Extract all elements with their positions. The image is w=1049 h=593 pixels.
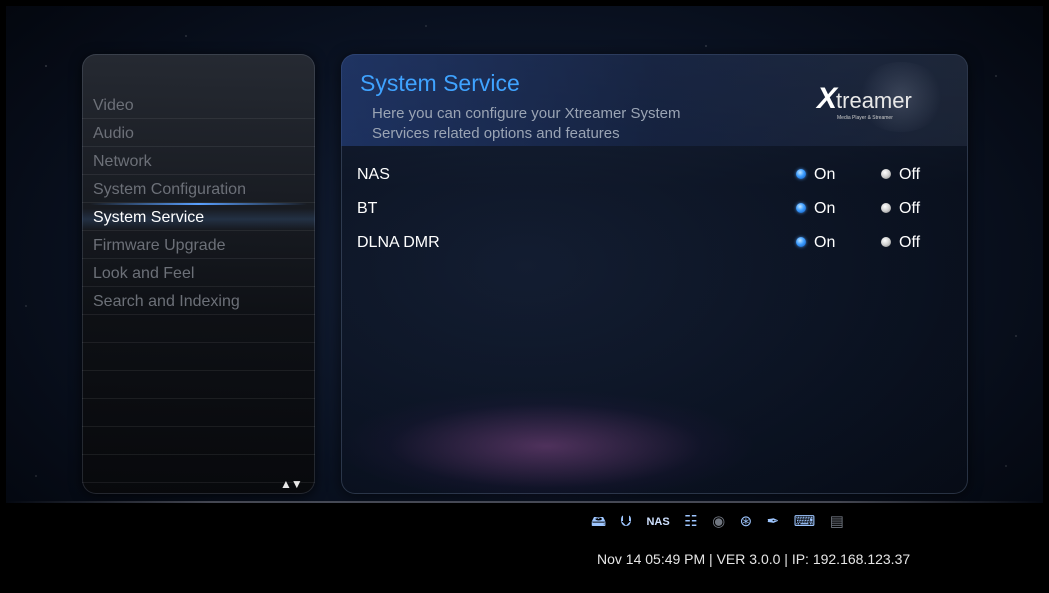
status-info: Nov 14 05:49 PM | VER 3.0.0 | IP: 192.16…	[597, 551, 911, 567]
sidebar-item-system-service[interactable]: System Service	[82, 203, 315, 231]
screen: Video Audio Network System Configuration…	[6, 6, 1043, 587]
bt-off-radio[interactable]: Off	[881, 200, 920, 218]
logo-tagline: Media Player & Streamer	[837, 115, 893, 121]
bluetooth-icon: ✒	[766, 513, 780, 530]
sd-card-icon: ▤	[829, 513, 844, 530]
sidebar-empty-row	[82, 371, 315, 399]
sidebar-item-look-and-feel[interactable]: Look and Feel	[82, 259, 315, 287]
network-icon: ☷	[684, 513, 698, 530]
dlna-dmr-on-radio[interactable]: On	[796, 234, 835, 252]
status-icons: 🖴 ⮋ NAS ☷ ◉ ⊛ ✒ ⌨ ▤	[591, 512, 854, 534]
option-label: Off	[899, 166, 921, 183]
radio-unselected-icon	[881, 237, 891, 247]
setting-row-dlna-dmr: DLNA DMR On Off	[357, 232, 957, 256]
nas-on-radio[interactable]: On	[796, 166, 835, 184]
sidebar-empty-row	[82, 399, 315, 427]
setting-label: DLNA DMR	[357, 234, 440, 251]
description-line-2: Services related options and features	[372, 125, 620, 142]
radio-selected-icon	[796, 237, 806, 247]
nas-icon: NAS	[646, 516, 670, 528]
sidebar-item-video[interactable]: Video	[82, 91, 315, 119]
sidebar-item-network[interactable]: Network	[82, 147, 315, 175]
wifi-icon: ◉	[712, 513, 726, 530]
sidebar-menu: Video Audio Network System Configuration…	[82, 91, 315, 483]
keyboard-icon: ⌨	[793, 513, 816, 530]
option-label: Off	[899, 234, 921, 251]
option-label: Off	[899, 200, 921, 217]
sidebar-item-firmware-upgrade[interactable]: Firmware Upgrade	[82, 231, 315, 259]
bt-on-radio[interactable]: On	[796, 200, 835, 218]
radio-selected-icon	[796, 203, 806, 213]
radio-unselected-icon	[881, 203, 891, 213]
option-label: On	[814, 200, 836, 217]
radio-selected-icon	[796, 169, 806, 179]
page-description: Here you can configure your Xtreamer Sys…	[372, 104, 772, 144]
main-panel: System Service Here you can configure yo…	[341, 54, 968, 494]
option-label: On	[814, 234, 836, 251]
settings-sidebar: Video Audio Network System Configuration…	[82, 54, 315, 494]
option-label: On	[814, 166, 836, 183]
description-line-1: Here you can configure your Xtreamer Sys…	[372, 105, 681, 122]
radio-unselected-icon	[881, 169, 891, 179]
sidebar-item-search-and-indexing[interactable]: Search and Indexing	[82, 287, 315, 315]
upnp-icon: ⊛	[739, 513, 753, 530]
setting-row-bt: BT On Off	[357, 198, 957, 222]
sidebar-item-audio[interactable]: Audio	[82, 119, 315, 147]
xtreamer-logo: Xtreamer Media Player & Streamer	[817, 82, 957, 122]
scroll-arrows-icon[interactable]: ▲▼	[280, 477, 303, 491]
sidebar-empty-row	[82, 427, 315, 455]
setting-label: NAS	[357, 166, 390, 183]
status-bar	[6, 503, 1043, 587]
hdd-icon: 🖴	[591, 513, 607, 530]
dlna-dmr-off-radio[interactable]: Off	[881, 234, 920, 252]
usb-icon: ⮋	[620, 513, 633, 530]
setting-row-nas: NAS On Off	[357, 164, 957, 188]
sidebar-empty-row	[82, 315, 315, 343]
nas-off-radio[interactable]: Off	[881, 166, 920, 184]
sidebar-item-system-configuration[interactable]: System Configuration	[82, 175, 315, 203]
sidebar-empty-row	[82, 343, 315, 371]
page-title: System Service	[360, 70, 520, 96]
logo-text: treamer	[836, 88, 912, 113]
logo-letter: X	[817, 82, 837, 115]
setting-label: BT	[357, 200, 378, 217]
